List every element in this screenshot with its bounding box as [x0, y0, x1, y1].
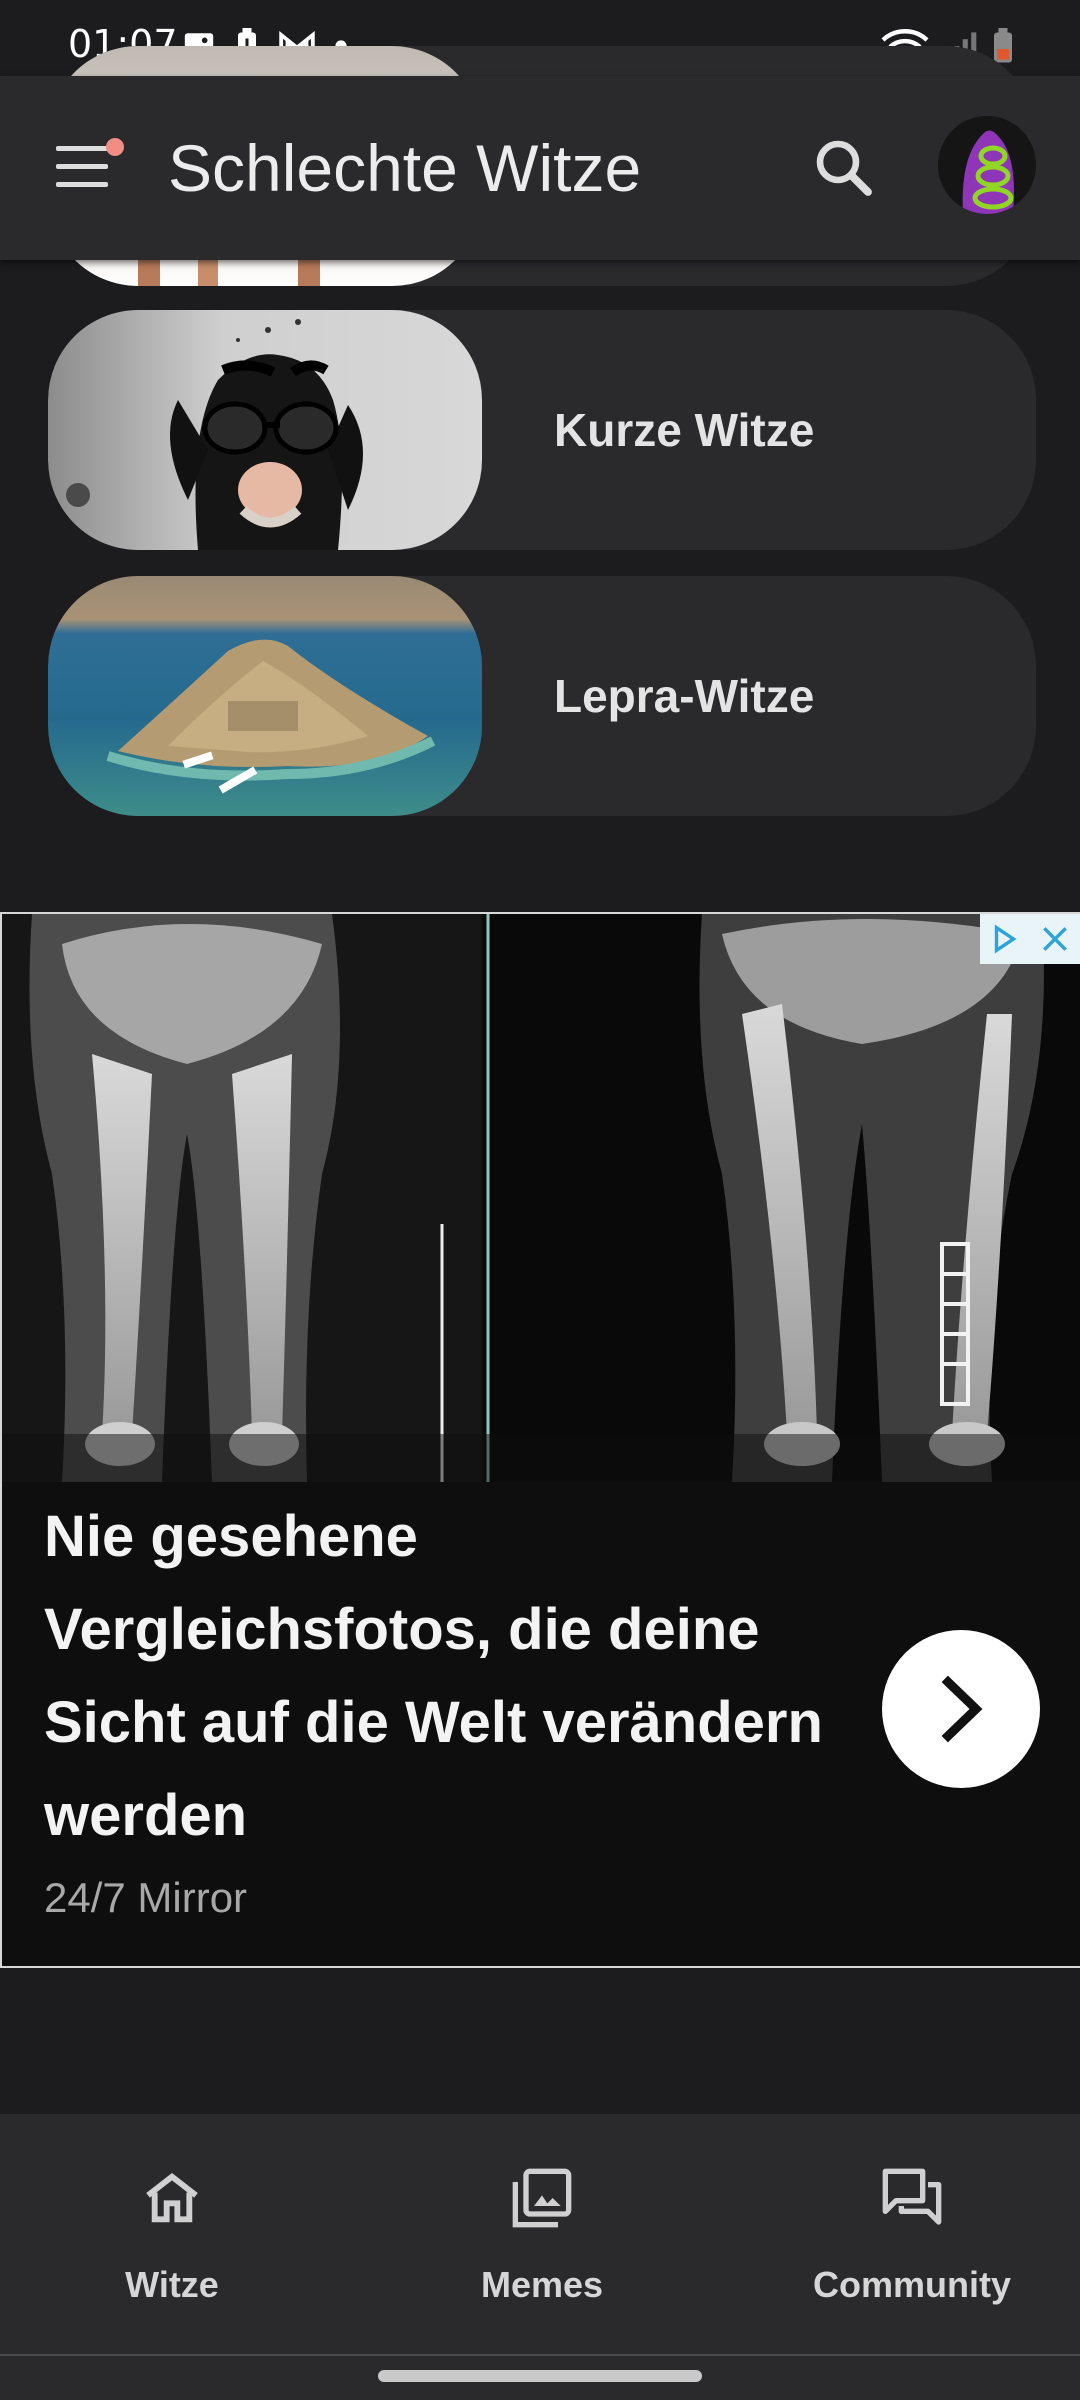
nav-item-witze[interactable]: Witze [22, 2114, 322, 2354]
search-button[interactable] [808, 132, 880, 204]
page-title: Schlechte Witze [168, 131, 642, 205]
search-icon [816, 140, 872, 196]
ad-source: 24/7 Mirror [44, 1874, 248, 1921]
menu-button[interactable] [52, 138, 124, 194]
ad-close-button[interactable] [1030, 914, 1080, 964]
avatar-image [938, 116, 1036, 214]
app-bar: Schlechte Witze [0, 76, 1080, 260]
home-gesture-bar[interactable] [378, 2370, 702, 2382]
ad-image[interactable] [2, 914, 1080, 1482]
bottom-navigation: Witze Memes Community [0, 2114, 1080, 2354]
forum-icon [882, 2168, 942, 2225]
battery-icon [994, 28, 1012, 63]
home-icon [146, 2172, 198, 2223]
notification-dot [106, 138, 124, 156]
ad-badges [980, 914, 1080, 964]
category-image [48, 576, 482, 816]
ad-cta-button[interactable] [882, 1630, 1040, 1788]
close-icon [1043, 927, 1067, 951]
category-image [48, 310, 482, 550]
category-label: Kurze Witze [554, 404, 815, 456]
nav-label: Memes [480, 2264, 604, 2305]
island-photo [106, 639, 436, 794]
adchoices-button[interactable] [980, 914, 1030, 964]
adchoices-icon [994, 924, 1017, 954]
gesture-area [0, 2356, 1080, 2400]
advertisement[interactable]: Nie gesehene Vergleichsfotos, die deine … [0, 912, 1080, 1968]
dog-with-glasses-photo [66, 319, 363, 550]
category-card-lepra-witze[interactable]: Lepra-Witze [48, 576, 1036, 816]
avatar[interactable] [938, 116, 1036, 214]
nav-label: Community [813, 2264, 1011, 2305]
gallery-icon [512, 2168, 572, 2228]
ad-headline[interactable]: Nie gesehene Vergleichsfotos, die deine … [44, 1490, 844, 1862]
nav-item-memes[interactable]: Memes [392, 2114, 692, 2354]
nav-label: Witze [125, 2264, 219, 2305]
category-card-kurze-witze[interactable]: Kurze Witze [48, 310, 1036, 550]
nav-item-community[interactable]: Community [762, 2114, 1062, 2354]
category-label: Lepra-Witze [554, 670, 815, 722]
xray-legs-photo [2, 914, 1080, 1482]
chevron-right-icon [941, 1675, 983, 1743]
